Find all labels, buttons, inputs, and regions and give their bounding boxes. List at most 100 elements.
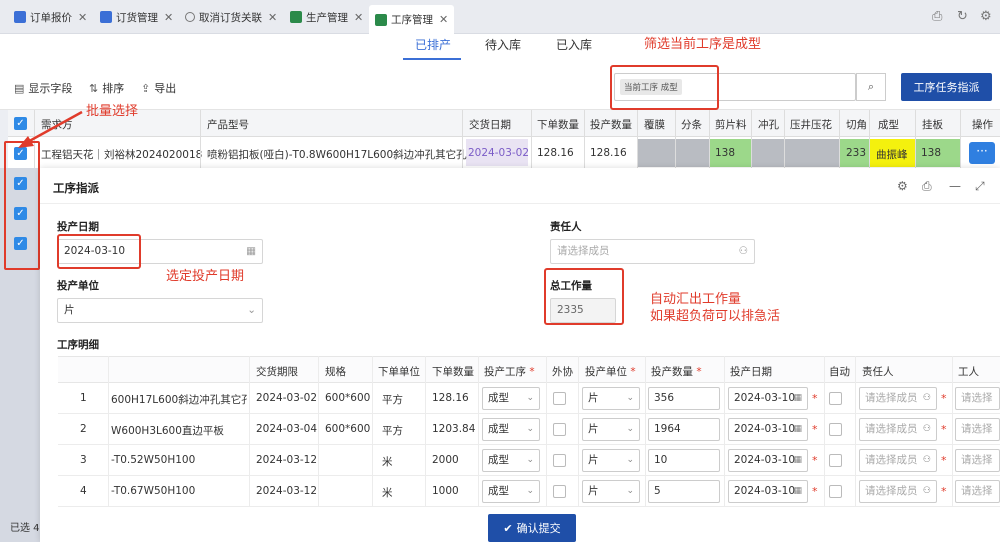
refresh-icon[interactable]: ↻: [957, 9, 968, 24]
production-date-field[interactable]: 2024-03-10 ▦: [728, 449, 808, 472]
header-hang[interactable]: 挂板: [922, 117, 943, 132]
header-delivery[interactable]: 交货日期: [469, 117, 511, 132]
worker-select[interactable]: 请选择成: [955, 387, 1000, 410]
annotation-box-date: [57, 234, 141, 269]
unit-select[interactable]: 片 ⌄: [582, 418, 640, 441]
product-name: -T0.67W50H100: [111, 485, 196, 497]
quantity-input[interactable]: 356: [648, 387, 720, 410]
divider: [675, 110, 676, 168]
process-select[interactable]: 成型 ⌄: [482, 418, 540, 441]
submit-button[interactable]: ✔ 确认提交: [488, 514, 576, 542]
production-date-field[interactable]: 2024-03-10 ▦: [728, 387, 808, 410]
outsource-checkbox[interactable]: [553, 392, 566, 405]
search-button[interactable]: ⌕: [856, 73, 886, 101]
export-button[interactable]: ⇪ 导出: [141, 80, 176, 96]
tab-production[interactable]: 生产管理 ✕: [290, 6, 363, 28]
order-qty: 128.16: [432, 392, 469, 404]
header-prod-qty[interactable]: 投产数量: [590, 117, 632, 132]
deadline: 2024-03-04: [256, 423, 318, 435]
minimize-icon[interactable]: —: [949, 179, 961, 193]
sort-icon: ⇅: [89, 81, 99, 95]
check-icon: ✔: [503, 521, 513, 535]
row-more-button[interactable]: ···: [969, 142, 995, 164]
close-icon[interactable]: ✕: [164, 11, 173, 24]
header-cut[interactable]: 剪片料: [715, 117, 747, 132]
sort-button[interactable]: ⇅ 排序: [89, 80, 124, 96]
subtab-stored[interactable]: 已入库: [556, 36, 592, 53]
tab-order-manage[interactable]: 订货管理 ✕: [100, 6, 173, 28]
owner-select[interactable]: 请选择成员 ⚇: [859, 480, 937, 503]
subtab-scheduled[interactable]: 已排产: [415, 36, 451, 53]
assign-task-button[interactable]: 工序任务指派: [901, 73, 992, 101]
worker-select[interactable]: 请选择成: [955, 449, 1000, 472]
order-qty: 2000: [432, 454, 459, 466]
deadline: 2024-03-02: [256, 392, 318, 404]
worker-select[interactable]: 请选择成: [955, 480, 1000, 503]
annotation-box-batch: [4, 141, 40, 270]
auto-checkbox[interactable]: [829, 392, 842, 405]
slit-cell: [676, 139, 709, 167]
print-icon[interactable]: ⎙: [922, 179, 932, 194]
owner-select[interactable]: 请选择成员 ⚇: [859, 418, 937, 441]
owner-select[interactable]: 请选择成员 ⚇: [859, 449, 937, 472]
unit-select[interactable]: 片 ⌄: [582, 449, 640, 472]
header-punch[interactable]: 冲孔: [758, 117, 779, 132]
columns-icon: ▤: [14, 81, 25, 95]
header-slit[interactable]: 分条: [681, 117, 702, 132]
print-icon[interactable]: ⎙: [932, 9, 942, 24]
close-icon[interactable]: ✕: [439, 13, 448, 26]
header-model[interactable]: 产品型号: [207, 117, 249, 132]
settings-icon[interactable]: ⚙: [897, 179, 908, 193]
quantity-input[interactable]: 10: [648, 449, 720, 472]
annotation-box-filter: [610, 65, 719, 110]
unit-select[interactable]: 片 ⌄: [582, 480, 640, 503]
header-forming[interactable]: 成型: [878, 117, 899, 132]
header-emboss[interactable]: 压井压花: [790, 117, 832, 132]
production-date-field[interactable]: 2024-03-10 ▦: [728, 418, 808, 441]
auto-checkbox[interactable]: [829, 423, 842, 436]
outsource-checkbox[interactable]: [553, 423, 566, 436]
deadline: 2024-03-12: [256, 454, 318, 466]
required-mark: *: [941, 423, 947, 436]
settings-icon[interactable]: ⚙: [980, 9, 992, 24]
header-corner[interactable]: 切角: [846, 117, 867, 132]
order-qty: 1000: [432, 485, 459, 497]
process-select[interactable]: 成型 ⌄: [482, 480, 540, 503]
owner-select[interactable]: 请选择成员 ⚇: [859, 387, 937, 410]
maximize-icon[interactable]: ⤢: [975, 179, 985, 194]
product-name: W600H3L600直边平板: [111, 425, 224, 437]
auto-checkbox[interactable]: [829, 485, 842, 498]
user-group-icon: ⚇: [922, 424, 931, 434]
show-fields-button[interactable]: ▤ 显示字段: [14, 80, 72, 96]
production-date-field[interactable]: 2024-03-10 ▦: [728, 480, 808, 503]
outsource-checkbox[interactable]: [553, 485, 566, 498]
quantity-input[interactable]: 1964: [648, 418, 720, 441]
subtab-pending-storage[interactable]: 待入库: [485, 36, 521, 53]
order-unit: 平方: [382, 425, 403, 437]
tab-process-manage[interactable]: 工序管理 ✕: [369, 5, 455, 34]
close-icon[interactable]: ✕: [78, 11, 87, 24]
process-select[interactable]: 成型 ⌄: [482, 449, 540, 472]
close-icon[interactable]: ✕: [268, 11, 277, 24]
header-film[interactable]: 覆膜: [644, 117, 665, 132]
owner-select[interactable]: 请选择成员 ⚇: [550, 239, 755, 264]
tab-order-quote[interactable]: 订单报价 ✕: [14, 6, 87, 28]
annotation-batch-note: 批量选择: [86, 104, 139, 119]
calendar-icon: ▦: [793, 486, 802, 496]
quantity-input[interactable]: 5: [648, 480, 720, 503]
worker-select[interactable]: 请选择成: [955, 418, 1000, 441]
process-select[interactable]: 成型 ⌄: [482, 387, 540, 410]
unit-select[interactable]: 片 ⌄: [582, 387, 640, 410]
auto-checkbox[interactable]: [829, 454, 842, 467]
calendar-icon: ▦: [793, 424, 802, 434]
close-icon[interactable]: ✕: [354, 11, 363, 24]
unit-select[interactable]: 片 ⌄: [57, 298, 263, 323]
outsource-checkbox[interactable]: [553, 454, 566, 467]
required-mark: *: [812, 485, 818, 498]
selected-count: 已选 4: [10, 523, 40, 534]
tab-cancel-order-link[interactable]: 取消订货关联 ✕: [185, 6, 277, 28]
divider: [960, 110, 961, 168]
annotation-filter-note: 筛选当前工序是成型: [644, 37, 762, 52]
header-order-qty[interactable]: 下单数量: [537, 117, 579, 132]
chevron-down-icon: ⌄: [526, 486, 534, 496]
